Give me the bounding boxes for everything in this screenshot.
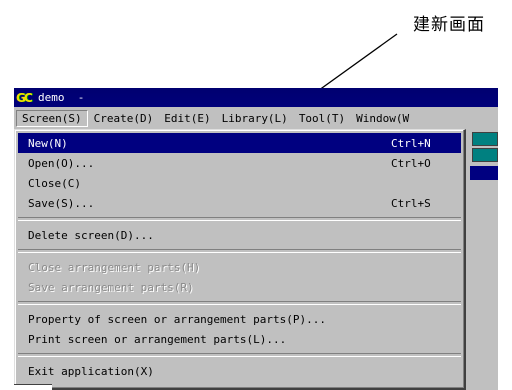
title-bar: GC demo - (14, 88, 498, 107)
menu-item-save[interactable]: Save(S)... Ctrl+S (18, 193, 461, 213)
menu-item-label: Property of screen or arrangement parts(… (28, 312, 327, 326)
background-toolbar-strip (470, 130, 498, 390)
menu-item-new[interactable]: New(N) Ctrl+N (18, 133, 461, 153)
toolbar-tab (472, 148, 498, 162)
menu-separator (18, 217, 461, 221)
menu-item-print-screen-or-arrangement-parts[interactable]: Print screen or arrangement parts(L)... (18, 329, 461, 349)
menu-item-label: Delete screen(D)... (28, 228, 154, 242)
menu-item-shortcut: Ctrl+S (391, 196, 431, 210)
menu-item-shortcut: Ctrl+N (391, 136, 431, 150)
menu-item-close-arrangement-parts: Close arrangement parts(H) (18, 257, 461, 277)
menu-separator (18, 249, 461, 253)
menu-item-label: Open(O)... (28, 156, 95, 170)
menu-item-exit-application[interactable]: Exit application(X) (18, 361, 461, 381)
menu-item-save-arrangement-parts: Save arrangement parts(R) (18, 277, 461, 297)
menu-item-shortcut: Ctrl+O (391, 156, 431, 170)
menu-item-label: Exit application(X) (28, 364, 154, 378)
menu-separator (18, 353, 461, 357)
menu-create[interactable]: Create(D) (89, 111, 159, 126)
menu-item-open[interactable]: Open(O)... Ctrl+O (18, 153, 461, 173)
menu-item-label: Close arrangement parts(H) (28, 260, 201, 274)
app-window: GC demo - Screen(S) Create(D) Edit(E) Libra… (14, 88, 498, 390)
menu-item-label: Close(C) (28, 176, 81, 190)
menu-separator (18, 301, 461, 305)
menu-bar: Screen(S) Create(D) Edit(E) Library(L) Tool(… (14, 108, 498, 128)
menu-item-delete-screen[interactable]: Delete screen(D)... (18, 225, 461, 245)
app-logo-icon: GC (16, 90, 33, 105)
menu-item-close[interactable]: Close(C) (18, 173, 461, 193)
menu-item-label: Save arrangement parts(R) (28, 280, 194, 294)
screen-menu-dropdown: New(N) Ctrl+N Open(O)... Ctrl+O Close(C) Save… (14, 129, 466, 390)
menu-item-label: New(N) (28, 136, 68, 150)
menu-tool[interactable]: Tool(T) (294, 111, 350, 126)
background-status-chip (14, 384, 52, 390)
toolbar-tab (472, 132, 498, 146)
menu-item-label: Save(S)... (28, 196, 95, 210)
screenshot-stage: 建新画面 GC demo - Screen(S) Create(D) Edit(E)… (0, 0, 512, 390)
menu-window[interactable]: Window(W (351, 111, 414, 126)
menu-item-property-of-screen-or-arrangement-parts[interactable]: Property of screen or arrangement parts(… (18, 309, 461, 329)
background-panel (470, 166, 498, 180)
menu-screen[interactable]: Screen(S) (16, 109, 88, 127)
window-title: demo - (38, 91, 85, 104)
menu-edit[interactable]: Edit(E) (159, 111, 215, 126)
menu-item-label: Print screen or arrangement parts(L)... (28, 332, 287, 346)
menu-library[interactable]: Library(L) (217, 111, 293, 126)
